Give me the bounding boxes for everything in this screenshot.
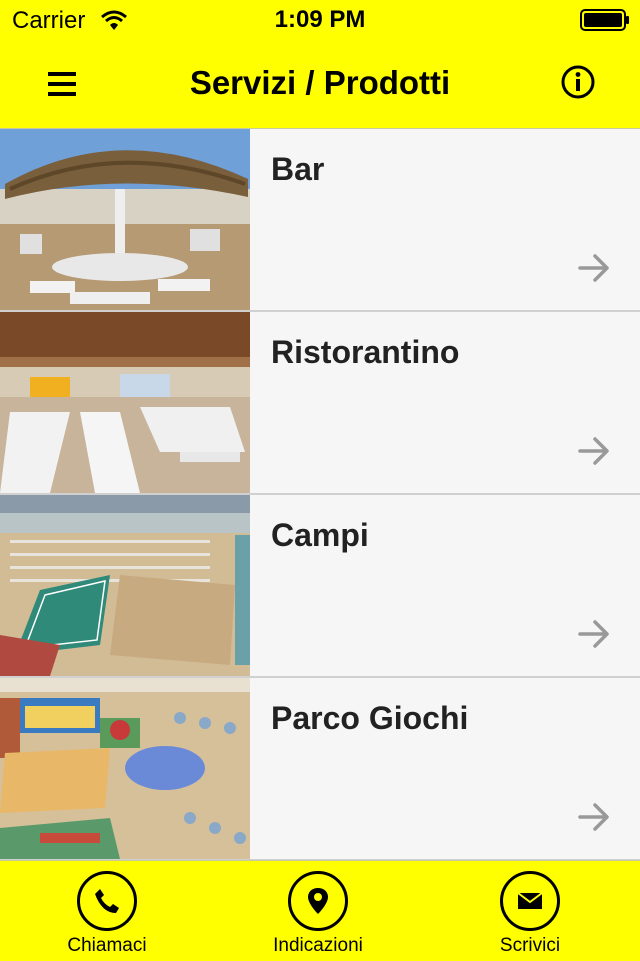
- list-item-label: Campi: [271, 517, 369, 553]
- navigation-bar: Servizi / Prodotti: [0, 40, 640, 129]
- map-pin-icon: [288, 871, 348, 931]
- tab-chiamaci[interactable]: Chiamaci: [17, 871, 197, 957]
- beach-sports-courts-aerial-photo: [0, 495, 250, 676]
- list-item-label: Parco Giochi: [271, 700, 469, 736]
- list-item-label: Bar: [271, 151, 325, 187]
- services-list: Bar Ristorantino Campi Parco Giochi: [0, 129, 640, 861]
- list-item-ristorantino[interactable]: Ristorantino: [0, 312, 640, 495]
- list-item-parco-giochi[interactable]: Parco Giochi: [0, 678, 640, 861]
- status-time: 1:09 PM: [274, 6, 366, 33]
- arrow-right-icon: [578, 436, 610, 471]
- beach-bar-thatched-umbrella-photo: [0, 129, 250, 310]
- restaurant-interior-tables-photo: [0, 312, 250, 493]
- status-bar: Carrier 1:09 PM: [0, 0, 640, 40]
- bottom-tab-bar: Chiamaci Indicazioni Scrivici: [0, 860, 640, 961]
- arrow-right-icon: [578, 802, 610, 837]
- arrow-right-icon: [578, 253, 610, 288]
- battery-icon: [580, 9, 630, 36]
- envelope-icon: [500, 871, 560, 931]
- phone-icon: [77, 871, 137, 931]
- list-item-campi[interactable]: Campi: [0, 495, 640, 678]
- list-item-label: Ristorantino: [271, 334, 460, 370]
- arrow-right-icon: [578, 619, 610, 654]
- info-circle-icon[interactable]: [560, 64, 596, 100]
- tab-label: Indicazioni: [273, 935, 363, 956]
- tab-label: Scrivici: [499, 935, 561, 956]
- page-title: Servizi / Prodotti: [189, 64, 451, 101]
- list-item-bar[interactable]: Bar: [0, 129, 640, 312]
- beach-playground-aerial-photo: [0, 678, 250, 859]
- tab-label: Chiamaci: [67, 935, 147, 956]
- tab-indicazioni[interactable]: Indicazioni: [228, 871, 408, 957]
- tab-scrivici[interactable]: Scrivici: [440, 871, 620, 957]
